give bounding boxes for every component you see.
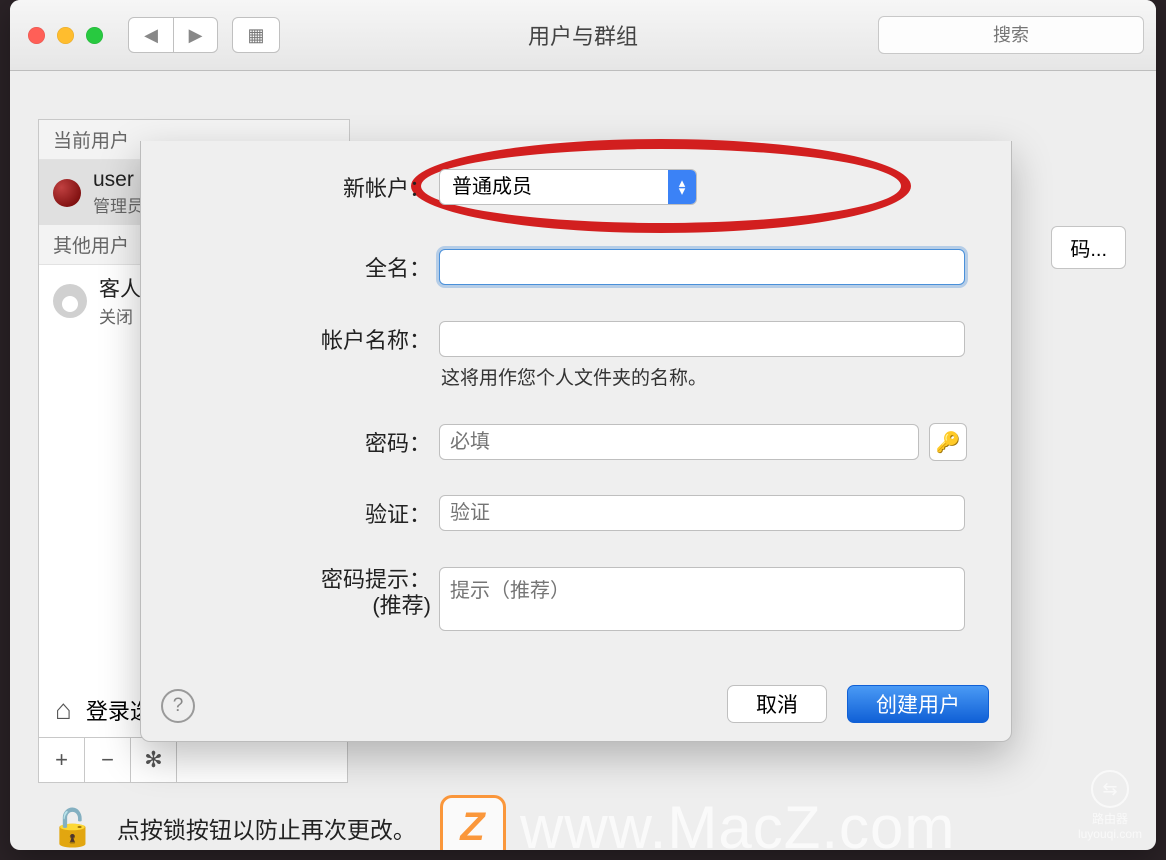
home-icon: ⌂ — [55, 694, 72, 726]
avatar-icon — [53, 179, 81, 207]
current-user-name: user — [93, 168, 144, 192]
nav-forward-button[interactable]: ▶ — [173, 18, 217, 52]
key-icon: 🔑 — [936, 430, 961, 455]
new-account-label: 新帐户： — [141, 171, 439, 203]
verify-input[interactable] — [439, 495, 965, 531]
toolbar: ◀ ▶ ▦ 用户与群组 — [10, 0, 1156, 71]
close-window-button[interactable] — [28, 27, 45, 44]
user-actions-menu[interactable]: ✻ — [131, 738, 177, 782]
password-input[interactable] — [439, 424, 919, 460]
new-account-sheet: 新帐户： 普通成员 ▴▾ 全名： 帐户名称： 这将用作您个人文件夹的名称。 — [140, 141, 1012, 742]
nav-buttons: ◀ ▶ — [128, 17, 218, 53]
router-icon: ⇆ — [1091, 770, 1129, 808]
full-name-input[interactable] — [439, 249, 965, 285]
zoom-window-button[interactable] — [86, 27, 103, 44]
password-label: 密码： — [141, 426, 439, 458]
lock-description: 点按锁按钮以防止再次更改。 — [117, 811, 416, 845]
hint-label-line2: (推荐) — [372, 593, 431, 618]
guest-user-status: 关闭 — [99, 303, 141, 328]
verify-label: 验证： — [141, 497, 439, 529]
add-user-button[interactable]: + — [39, 738, 85, 782]
account-type-select[interactable]: 普通成员 — [439, 169, 697, 205]
corner-watermark: ⇆ 路由器 luyouqi.com — [1078, 770, 1142, 841]
select-arrows-icon: ▴▾ — [668, 170, 696, 204]
full-name-label: 全名： — [141, 251, 439, 283]
unlock-icon[interactable]: 🔓 — [50, 807, 95, 849]
watermark-text: www.MacZ.com — [520, 793, 955, 850]
minimize-window-button[interactable] — [57, 27, 74, 44]
account-type-select-wrap: 普通成员 ▴▾ — [439, 169, 697, 205]
preferences-window: ◀ ▶ ▦ 用户与群组 当前用户 user 管理员 其他用户 — [10, 0, 1156, 850]
user-add-remove-row: + − ✻ — [38, 738, 348, 783]
account-name-input[interactable] — [439, 321, 965, 357]
account-name-help: 这将用作您个人文件夹的名称。 — [441, 363, 707, 390]
watermark: Z www.MacZ.com — [440, 793, 955, 850]
search-wrap — [878, 16, 1144, 54]
hint-label: 密码提示： (推荐) — [141, 567, 439, 619]
corner-label: 路由器 — [1078, 810, 1142, 827]
password-assistant-button[interactable]: 🔑 — [929, 423, 967, 461]
lock-row: 🔓 点按锁按钮以防止再次更改。 — [50, 807, 416, 849]
current-user-role: 管理员 — [93, 192, 144, 217]
sheet-buttons: 取消 创建用户 — [727, 685, 989, 723]
nav-back-button[interactable]: ◀ — [129, 18, 173, 52]
change-password-button[interactable]: 码... — [1051, 226, 1126, 269]
corner-sub: luyouqi.com — [1078, 827, 1142, 841]
guest-user-name: 客人 — [99, 273, 141, 303]
create-user-button[interactable]: 创建用户 — [847, 685, 989, 723]
sidebar-item-labels: 客人 关闭 — [99, 273, 141, 328]
help-button[interactable]: ? — [161, 689, 195, 723]
main-area: 当前用户 user 管理员 其他用户 客人 关闭 ⌂ 登录选 — [10, 71, 1156, 850]
grid-icon: ▦ — [247, 25, 264, 46]
avatar-icon — [53, 284, 87, 318]
sidebar-item-labels: user 管理员 — [93, 168, 144, 217]
account-name-label: 帐户名称： — [141, 323, 439, 355]
hint-input[interactable] — [439, 567, 965, 631]
cancel-button[interactable]: 取消 — [727, 685, 827, 723]
search-input[interactable] — [878, 16, 1144, 54]
remove-user-button[interactable]: − — [85, 738, 131, 782]
show-all-button[interactable]: ▦ — [232, 17, 280, 53]
window-controls — [28, 27, 103, 44]
hint-label-line1: 密码提示： — [321, 567, 431, 592]
watermark-logo: Z — [440, 795, 506, 851]
